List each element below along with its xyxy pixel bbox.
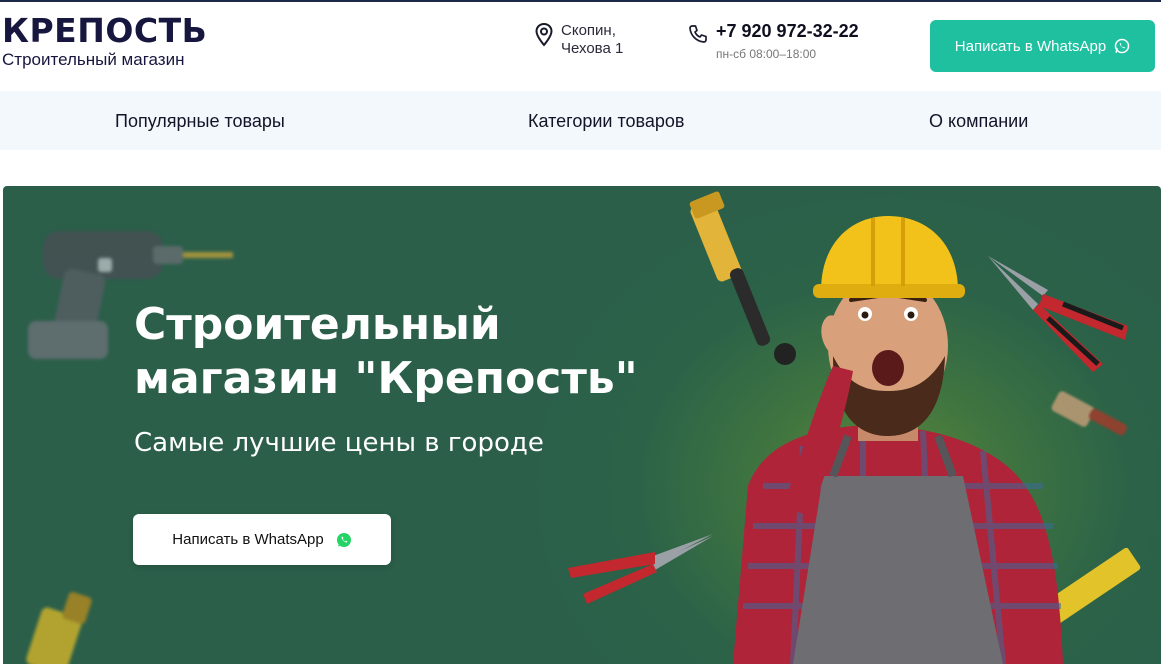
pliers-image-top <box>988 256 1128 372</box>
whatsapp-hero-button[interactable]: Написать в WhatsApp <box>133 514 391 565</box>
yellow-tool-image <box>26 592 92 664</box>
logo[interactable]: КРЕПОСТЬ Строительный магазин <box>2 12 207 70</box>
working-hours: пн-сб 08:00–18:00 <box>716 47 817 61</box>
hero-subtitle: Самые лучшие цены в городе <box>134 428 544 458</box>
phone-icon <box>689 25 707 43</box>
map-pin-icon <box>535 22 553 47</box>
nav-item-categories[interactable]: Категории товаров <box>528 111 684 132</box>
site-header: КРЕПОСТЬ Строительный магазин Скопин, Че… <box>0 2 1161 91</box>
phone-block: +7 920 972-32-22 пн-сб 08:00–18:00 <box>688 20 859 61</box>
logo-title: КРЕПОСТЬ <box>2 11 208 50</box>
hero-title-line1: Строительный <box>134 299 501 350</box>
pipe-wrench-image <box>689 191 796 365</box>
hero-title-line2: магазин "Крепость" <box>134 353 638 404</box>
whatsapp-icon <box>336 532 351 547</box>
address-city: Скопин, <box>561 22 616 39</box>
address-street: Чехова 1 <box>561 40 624 57</box>
main-nav: Популярные товары Категории товаров О ко… <box>0 91 1161 150</box>
hero-banner: Строительный магазин "Крепость" Самые лу… <box>3 186 1161 664</box>
brush-image <box>1051 391 1128 436</box>
pliers-image-bottom <box>568 534 713 604</box>
logo-subtitle: Строительный магазин <box>2 50 185 69</box>
address-block: Скопин, Чехова 1 <box>534 22 623 58</box>
whatsapp-hero-label: Написать в WhatsApp <box>172 531 324 548</box>
nav-item-popular[interactable]: Популярные товары <box>115 111 285 132</box>
nav-item-about[interactable]: О компании <box>929 111 1028 132</box>
phone-number[interactable]: +7 920 972-32-22 <box>716 20 859 42</box>
whatsapp-header-label: Написать в WhatsApp <box>954 37 1107 55</box>
whatsapp-header-button[interactable]: Написать в WhatsApp <box>930 20 1155 72</box>
whatsapp-icon <box>1114 38 1130 54</box>
hero-illustration <box>26 191 1141 664</box>
hero-title: Строительный магазин "Крепость" <box>134 298 638 406</box>
